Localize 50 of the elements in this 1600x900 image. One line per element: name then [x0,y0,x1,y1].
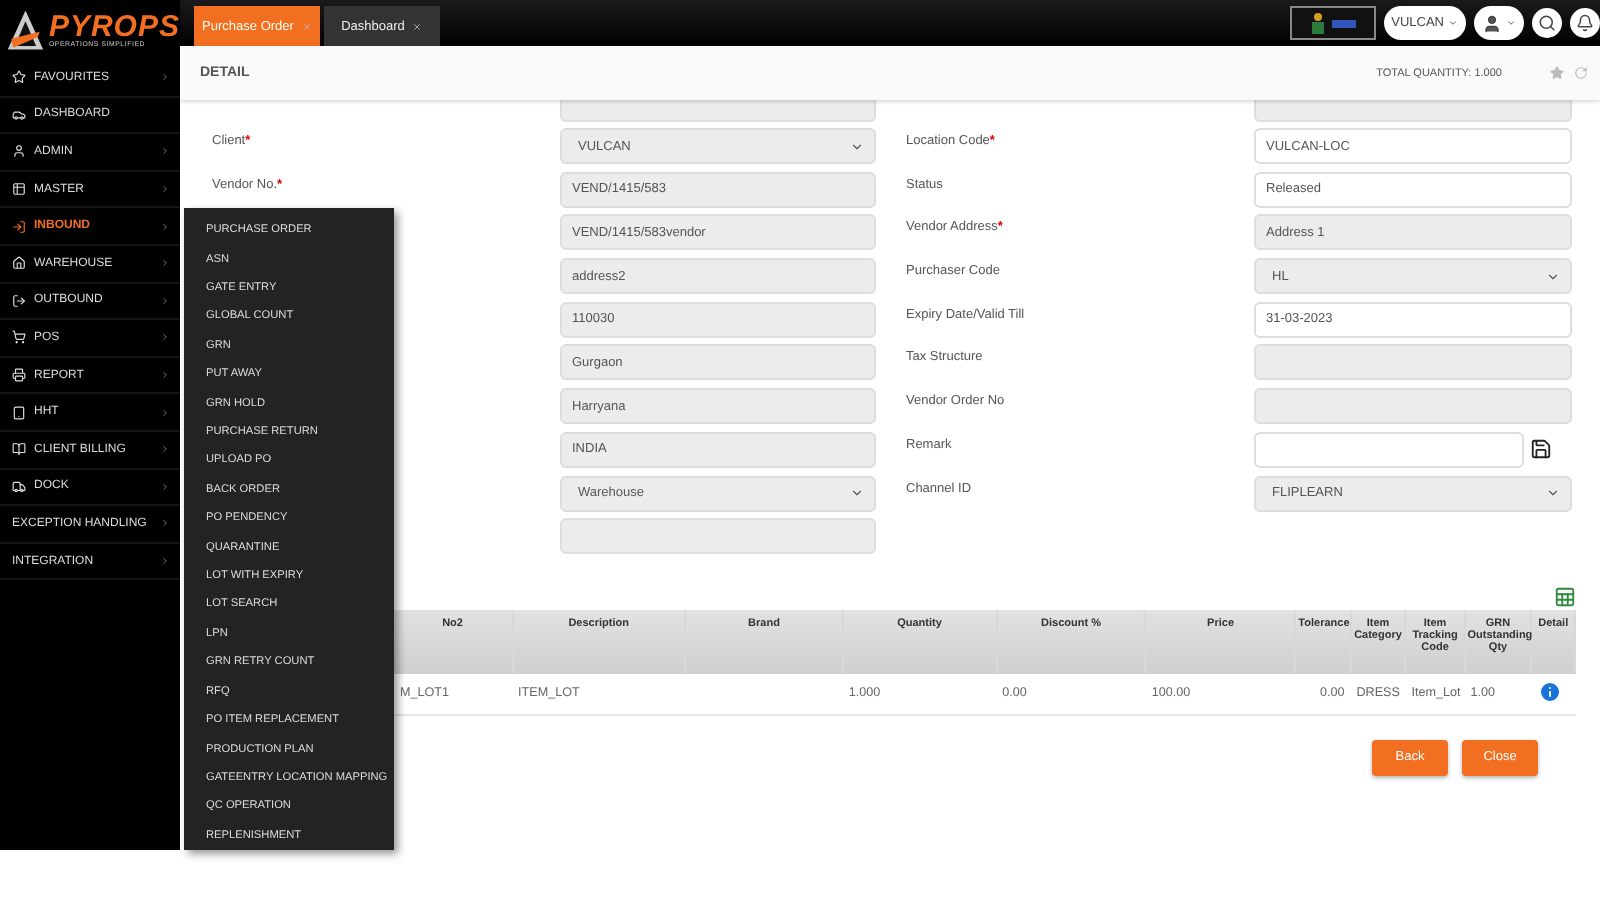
chevron-icon [160,332,170,343]
input-field[interactable] [1254,100,1572,122]
printer-icon [12,368,26,383]
info-icon[interactable] [1537,679,1562,704]
bar-icon [1331,19,1356,27]
truck-icon [12,479,26,494]
search-icon [1538,14,1556,32]
user-icon [1482,13,1502,33]
save-icon[interactable] [1530,438,1552,461]
bell-icon [1576,14,1594,32]
table-icon [12,182,26,197]
chevron-icon [160,556,170,567]
chevron-icon [1546,486,1560,500]
figure-icon [1309,12,1326,34]
chevron-icon [160,518,170,529]
caret-icon [1448,18,1458,28]
star-icon [12,70,26,85]
input-field[interactable] [560,100,876,122]
car-icon [12,107,26,122]
notification-button[interactable] [1570,8,1600,38]
chevron-icon [160,370,170,381]
chevron-icon [160,258,170,269]
chevron-icon [160,184,170,195]
tablet-icon [12,405,26,420]
cart-icon [12,330,26,345]
chevron-icon [850,486,864,500]
chevron-icon [160,481,170,492]
brand-badge[interactable] [1289,6,1376,40]
logo-icon [6,6,45,54]
logout-icon [12,293,26,308]
user-icon [12,144,26,159]
caret-icon [1506,18,1516,28]
refresh-icon[interactable] [1574,66,1588,80]
chevron-icon [1546,269,1560,284]
star-icon[interactable] [1550,66,1564,80]
input-field[interactable] [1254,431,1524,468]
chevron-icon [160,72,170,83]
chevron-icon [160,444,170,455]
logo-text: PYROPS [48,11,180,42]
chevron-icon [160,295,170,306]
home-icon [12,256,26,271]
search-button[interactable] [1532,8,1562,38]
book-icon [12,442,26,457]
chevron-icon [160,146,170,157]
chevron-icon [850,139,864,153]
chevron-icon [160,221,170,232]
user-menu[interactable] [1474,6,1524,40]
login-icon [12,219,26,234]
spreadsheet-icon[interactable] [1554,586,1576,609]
chevron-icon [160,407,170,418]
